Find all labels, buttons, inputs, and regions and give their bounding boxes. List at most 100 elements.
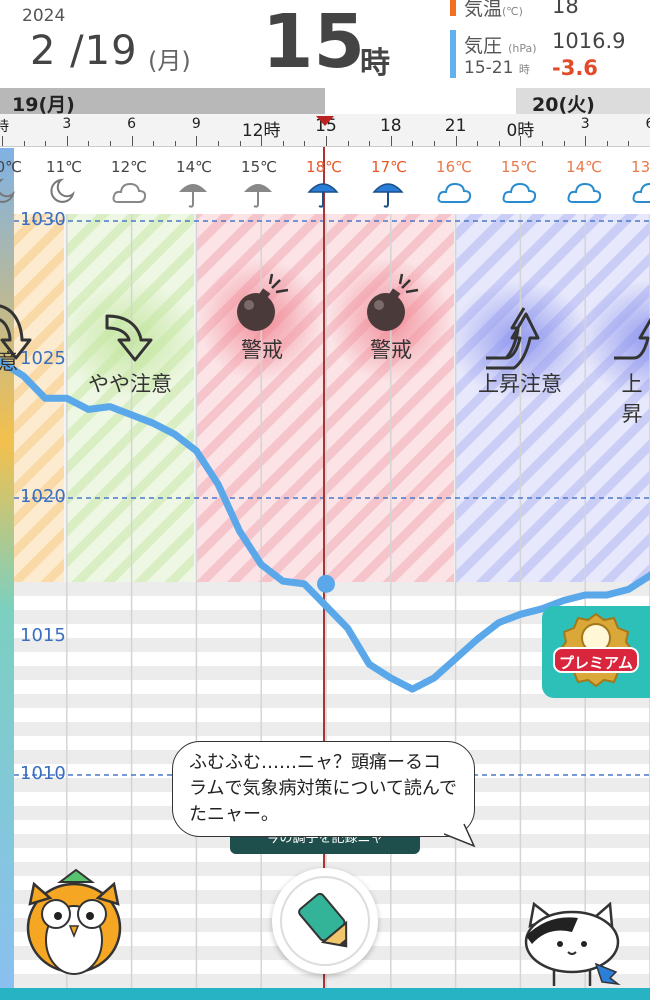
timeline-tick [196, 136, 198, 146]
temperature-label: 15℃ [501, 158, 537, 176]
speech-bubble-text: ふむふむ……ニャ？頭痛ーるコラムで気象病対策について読んでたニャー。 [189, 752, 458, 825]
pressure-label: 気圧 (hPa) [464, 35, 537, 57]
pressure-value: 1016.9 [552, 29, 626, 53]
timeline-tick [563, 141, 565, 146]
hourly-forecast: 10℃ 11℃ 12℃ 14℃ 15℃ 18℃ 17℃ 16℃ 15℃ 14℃ 13℃ [0, 148, 650, 214]
temperature-label: 15℃ [241, 158, 277, 176]
zone-label-slight: やや注意 [88, 372, 172, 396]
timeline-label: 18 [379, 116, 402, 136]
cloud-icon [437, 178, 472, 214]
record-pencil-button[interactable] [272, 868, 378, 974]
timeline-label: 6 [646, 116, 650, 132]
zone-label-rise: 上昇注意 [478, 372, 562, 396]
timeline-label: 0時 [506, 121, 535, 141]
temperature-value: 18 [552, 0, 579, 18]
temperature-label: 12℃ [111, 158, 147, 176]
y-tick-label: 1015 [20, 624, 66, 646]
timeline-tick [606, 141, 608, 146]
timeline-label: 時 [0, 119, 9, 135]
date-label: 2 /19 [30, 28, 138, 74]
day-of-week-label: (月) [148, 47, 191, 75]
timeline-tick [2, 136, 3, 146]
temperature-label: 13℃ [631, 158, 650, 176]
timeline-tick [23, 141, 25, 146]
pressure-change-value: -3.6 [552, 56, 598, 80]
speech-bubble[interactable]: ふむふむ……ニャ？頭痛ーるコラムで気象病対策について読んでたニャー。 [172, 741, 475, 837]
timeline-tick [585, 136, 587, 146]
current-time-marker [316, 116, 334, 126]
timeline-tick [45, 141, 47, 146]
moon-icon [47, 178, 81, 214]
timeline-tick [455, 136, 457, 146]
timeline-tick [390, 136, 392, 146]
timeline-tick [174, 141, 176, 146]
zone-label-caution: 意 [0, 350, 19, 374]
timeline-tick [369, 141, 371, 146]
premium-label: プレミアム [559, 654, 633, 672]
timeline-tick [498, 141, 500, 146]
timeline-tick [326, 136, 327, 146]
timeline-tick [304, 141, 306, 146]
cloud-icon [112, 178, 147, 214]
temperature-label: 11℃ [46, 158, 82, 176]
temperature-label: 14℃ [176, 158, 212, 176]
timeline-tick [542, 141, 543, 146]
timeline-label: 21 [444, 116, 467, 136]
temperature-label: 17℃ [371, 158, 407, 176]
umbrella-rain-icon [372, 178, 406, 214]
pencil-icon [280, 876, 370, 966]
y-tick-label: 1025 [20, 347, 66, 369]
date-label-20: 20(火) [532, 94, 595, 116]
timeline-tick [282, 141, 284, 146]
umbrella-rain-icon [307, 178, 341, 214]
timeline-tick [239, 141, 241, 146]
temperature-label: 14℃ [566, 158, 602, 176]
timeline-tick [131, 136, 133, 146]
date-label-19: 19(月) [12, 94, 75, 116]
timeline-tick [434, 141, 435, 146]
timeline-label: 12時 [241, 121, 281, 141]
timeline-tick [218, 141, 219, 146]
owl-character-icon [26, 868, 122, 975]
timeline-tick [153, 141, 155, 146]
timeline-tick [412, 141, 414, 146]
cloud-icon [632, 178, 650, 214]
pressure-color-bar [450, 30, 456, 78]
cloud-icon [502, 178, 537, 214]
temperature-label: 10℃ [0, 158, 22, 176]
temperature-color-bar [450, 0, 456, 16]
hour-unit-label: 時 [360, 46, 390, 81]
umbrella-icon [177, 178, 211, 214]
speech-bubble-tail [444, 823, 476, 848]
umbrella-icon [242, 178, 276, 214]
temperature-label: 気温(℃) [464, 0, 523, 20]
temperature-label: 18℃ [306, 158, 342, 176]
y-tick-label: 1010 [20, 763, 66, 784]
premium-button[interactable]: プレミアム [542, 606, 650, 698]
timeline-tick [110, 141, 111, 146]
timeline-label: 9 [191, 116, 201, 132]
cloud-icon [567, 178, 602, 214]
chart-left-edge [0, 148, 14, 988]
zone-label-warning: 警戒 [241, 338, 283, 362]
cat-character-icon [524, 902, 621, 986]
timeline-label: 3 [580, 116, 590, 132]
range-label: 15-21 時 [464, 58, 530, 78]
zone-label-rise: 上昇 [621, 372, 643, 426]
header: 2024 2 /19 (月) 15 時 気温(℃) 18 気圧 (hPa) 10… [0, 0, 650, 88]
moon-icon [0, 178, 21, 214]
year-label: 2024 [22, 6, 66, 26]
hour-label: 15 [262, 0, 365, 85]
timeline-tick [347, 141, 349, 146]
timeline-tick [66, 136, 68, 146]
timeline-label: 6 [127, 116, 137, 132]
date-band: 19(月) 20(火) [0, 88, 650, 116]
temperature-label: 16℃ [436, 158, 472, 176]
zone-label-warning: 警戒 [370, 338, 412, 362]
y-tick-label: 1020 [20, 486, 66, 507]
bottom-bar [0, 988, 650, 1000]
timeline-tick [477, 141, 479, 146]
timeline-label: 3 [62, 116, 72, 132]
timeline-tick [628, 141, 630, 146]
timeline-tick [88, 141, 90, 146]
